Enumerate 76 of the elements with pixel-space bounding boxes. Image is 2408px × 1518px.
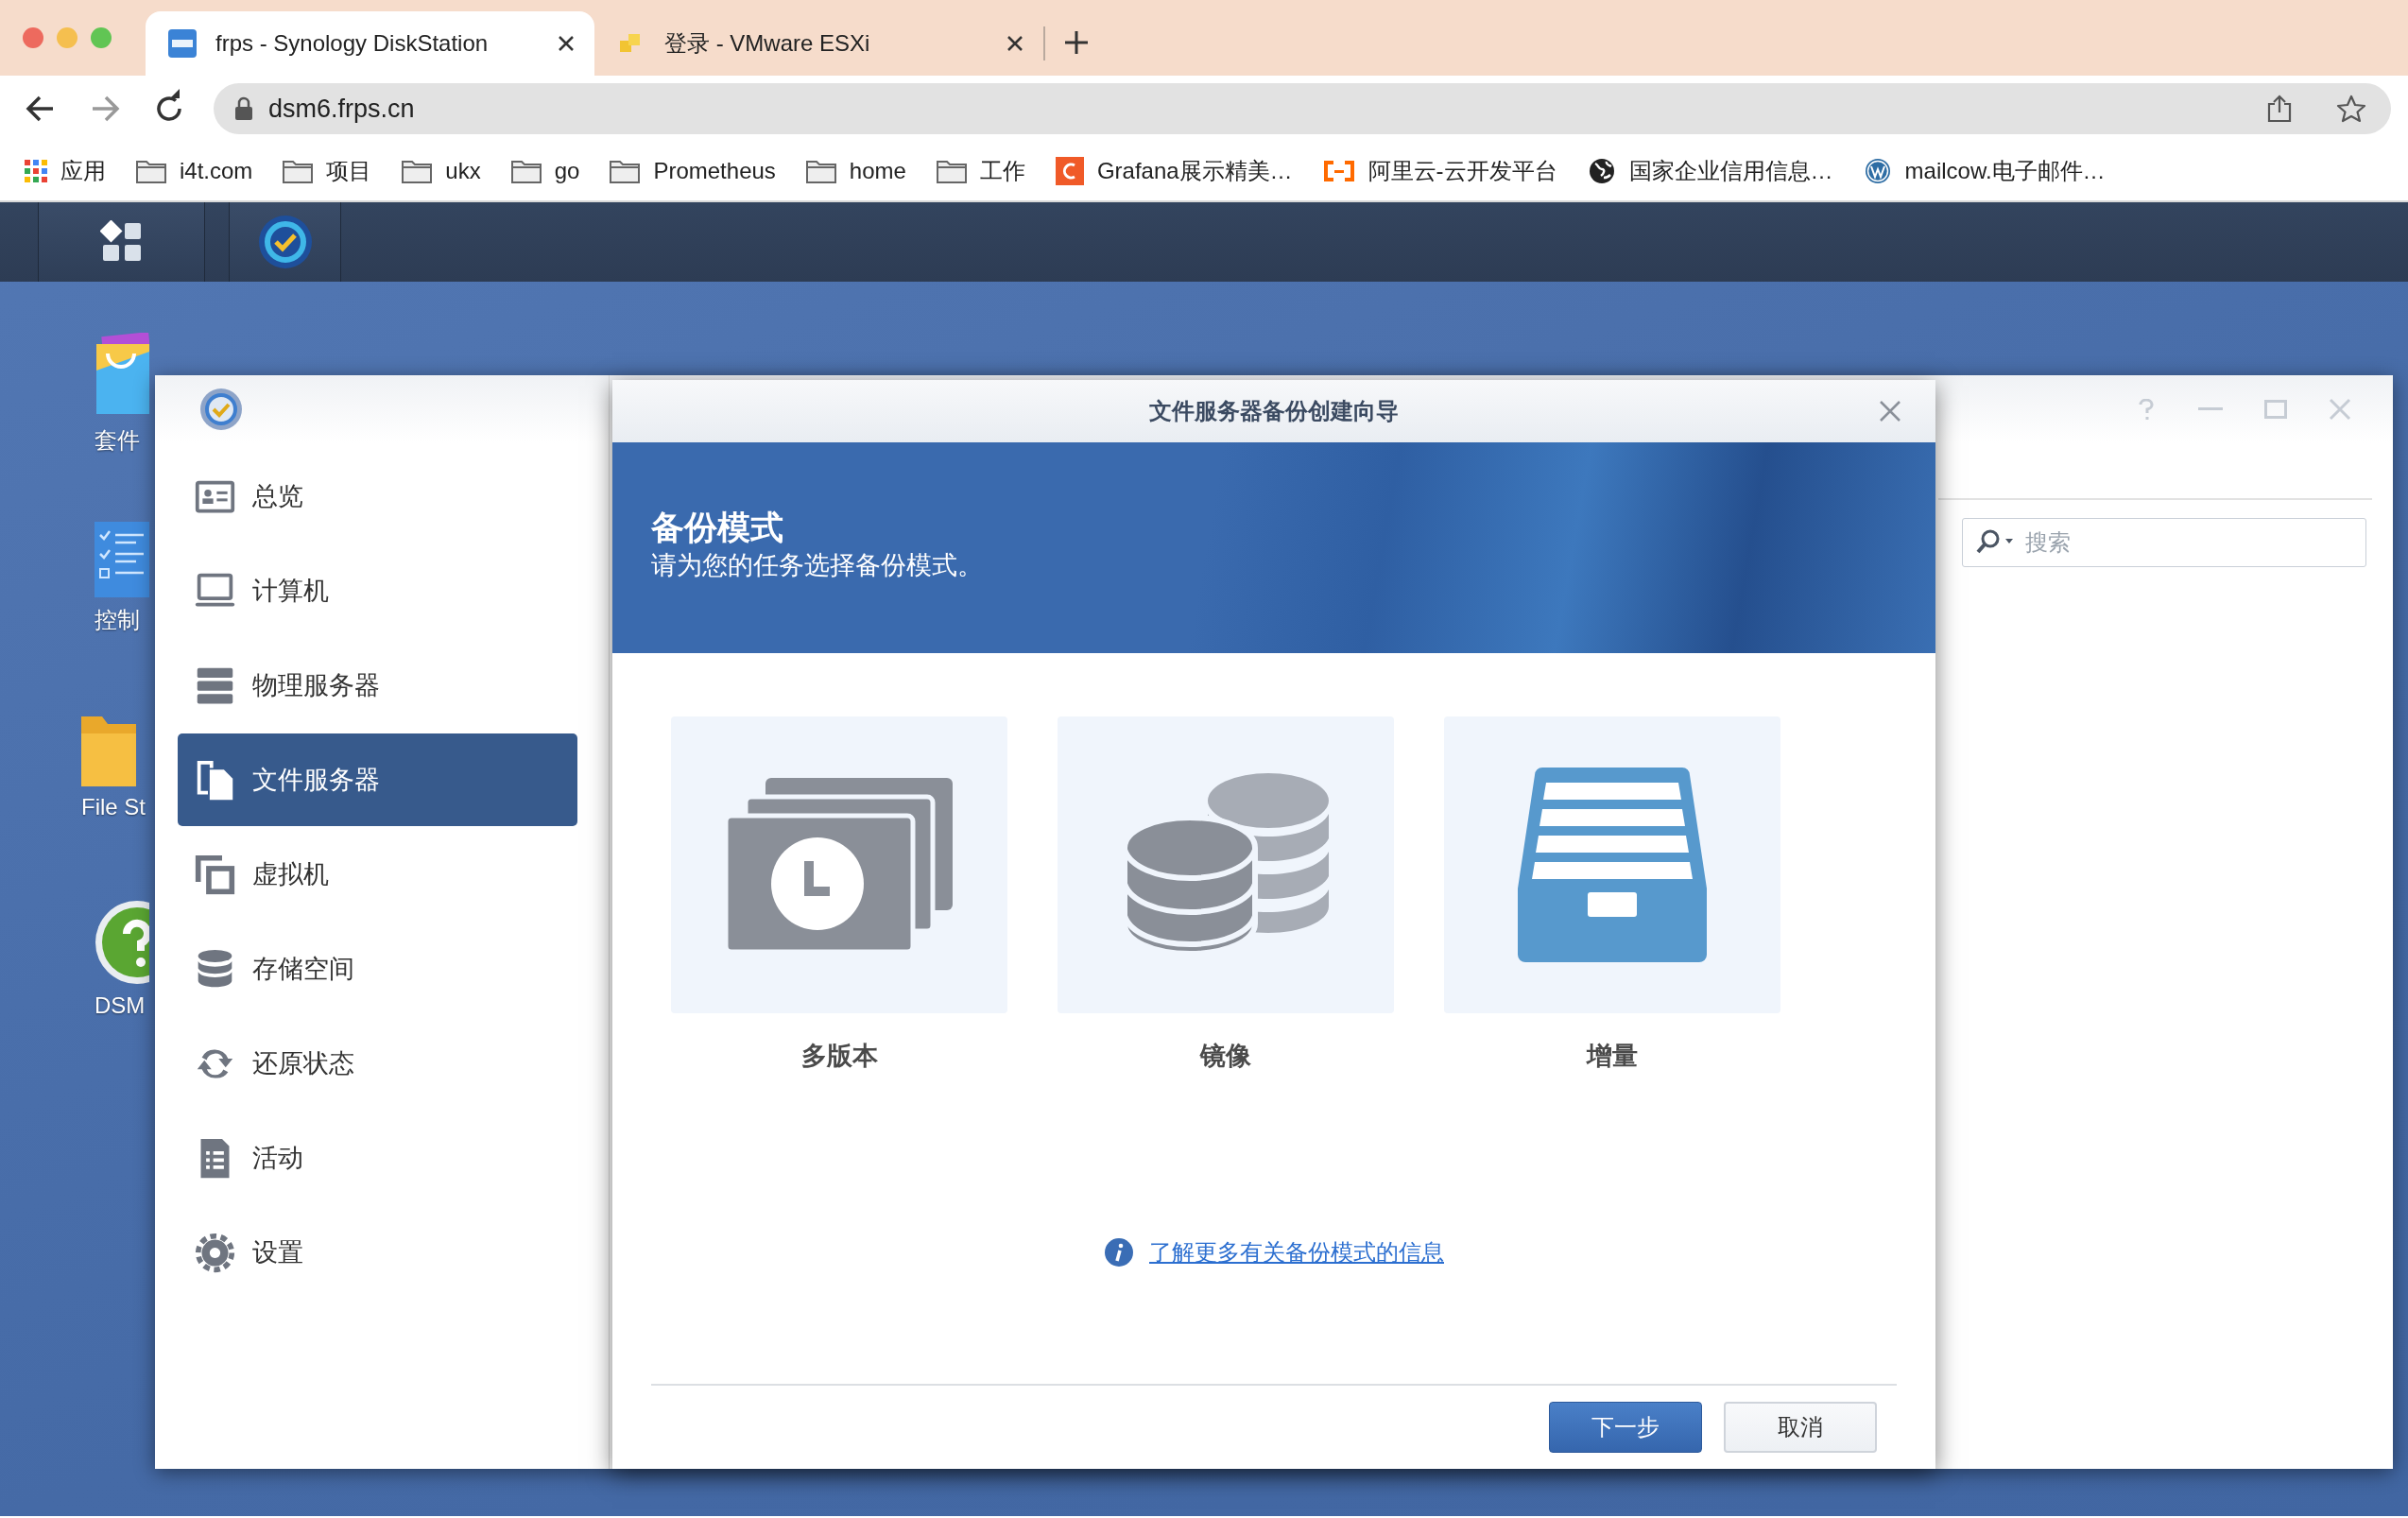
letter-w-circle-icon [1863,157,1892,185]
sidebar-item[interactable]: 存储空间 [178,923,577,1015]
grid-icon [99,220,144,264]
folder-icon [283,159,314,183]
clock-cards-icon [726,778,953,952]
folder-icon [510,159,542,183]
close-window-button[interactable] [23,27,43,48]
bookmark[interactable]: mailcow.电子邮件… [1863,156,2106,186]
step-description: 请为您的任务选择备份模式。 [651,550,984,582]
close-icon[interactable] [1006,34,1024,53]
desktop-icon-label[interactable]: File St [81,794,146,820]
browser-tab[interactable]: 登录 - VMware ESXi [594,11,1043,76]
new-tab-icon[interactable] [1064,30,1089,55]
main-menu-button[interactable] [38,202,205,282]
backup-mode-option[interactable] [671,716,1007,1013]
folder-icon [936,159,967,183]
bookmark[interactable]: home [805,158,906,184]
sidebar-item[interactable]: 设置 [178,1206,577,1299]
bookmark[interactable]: ukx [402,158,481,184]
globe-icon [1587,157,1616,185]
step-heading: 备份模式 [651,509,784,547]
folder-icon [136,159,166,183]
bookmark[interactable]: go [510,158,580,184]
brackets-icon [1322,160,1355,182]
backup-app-icon [199,388,243,431]
learn-more-link[interactable]: 了解更多有关备份模式的信息 [1149,1237,1444,1268]
backup-mode-label: 镜像 [1200,1041,1251,1072]
folder-icon [402,159,433,183]
bookmark[interactable]: 工作 [936,156,1025,186]
sidebar-item[interactable]: 物理服务器 [178,639,577,732]
address-bar[interactable]: dsm6.frps.cn [214,83,2391,134]
tab-title: frps - Synology DiskStation [215,30,490,57]
checklist-icon[interactable] [95,522,149,597]
bookmark[interactable]: 项目 [283,156,372,186]
backup-app-icon [257,215,313,269]
folder-icon [805,159,836,183]
settings-icon [194,1231,236,1274]
sidebar-item[interactable]: 总览 [178,450,577,543]
share-icon[interactable] [2266,95,2293,123]
backup-mode-label: 多版本 [800,1041,878,1072]
overlapping-squares-icon [194,853,236,896]
search-field[interactable]: 搜索 [1962,518,2366,567]
desktop-icon-label[interactable]: 控制 [95,605,140,635]
zoom-window-button[interactable] [91,27,112,48]
sidebar-item[interactable]: 计算机 [178,544,577,637]
desktop-icon-label[interactable]: DSM [95,992,146,1019]
bookmark[interactable]: 国家企业信用信息… [1587,156,1833,186]
bookmark[interactable]: Prometheus [610,158,776,184]
bookmark[interactable]: i4t.com [136,158,253,184]
browser-tab[interactable]: frps - Synology DiskStation [146,11,594,76]
taskbar-app-button[interactable] [229,202,341,282]
sidebar-item[interactable]: 还原状态 [178,1017,577,1110]
dsm-logo-icon [168,29,197,58]
close-icon[interactable] [557,34,576,53]
sidebar-item[interactable]: 文件服务器 [178,733,577,826]
url-text: dsm6.frps.cn [268,94,416,124]
dialog-title: 文件服务器备份创建向导 [1149,397,1399,425]
bookmark[interactable]: 阿里云-云开发平台 [1322,156,1557,186]
cancel-button[interactable]: 取消 [1724,1402,1877,1453]
bookmark[interactable]: Grafana展示精美… [1055,156,1293,186]
folder-icon [610,159,641,183]
backup-mode-option[interactable] [1058,716,1394,1013]
file-drawer-icon [1516,768,1709,962]
sidebar-item[interactable]: 虚拟机 [178,828,577,921]
tab-title: 登录 - VMware ESXi [664,29,871,58]
backup-mode-label: 增量 [1587,1041,1638,1072]
sidebar-item[interactable]: 活动 [178,1112,577,1204]
bookmark[interactable]: 应用 [25,156,106,186]
info-icon [1104,1237,1134,1268]
apps-grid-icon [25,160,47,182]
letter-c-icon [1055,157,1084,185]
next-button[interactable]: 下一步 [1549,1402,1702,1453]
backup-mode-option[interactable] [1444,716,1780,1013]
lock-icon [234,96,253,121]
desktop-icon-label[interactable]: 套件 [95,425,140,456]
star-icon[interactable] [2336,95,2366,123]
